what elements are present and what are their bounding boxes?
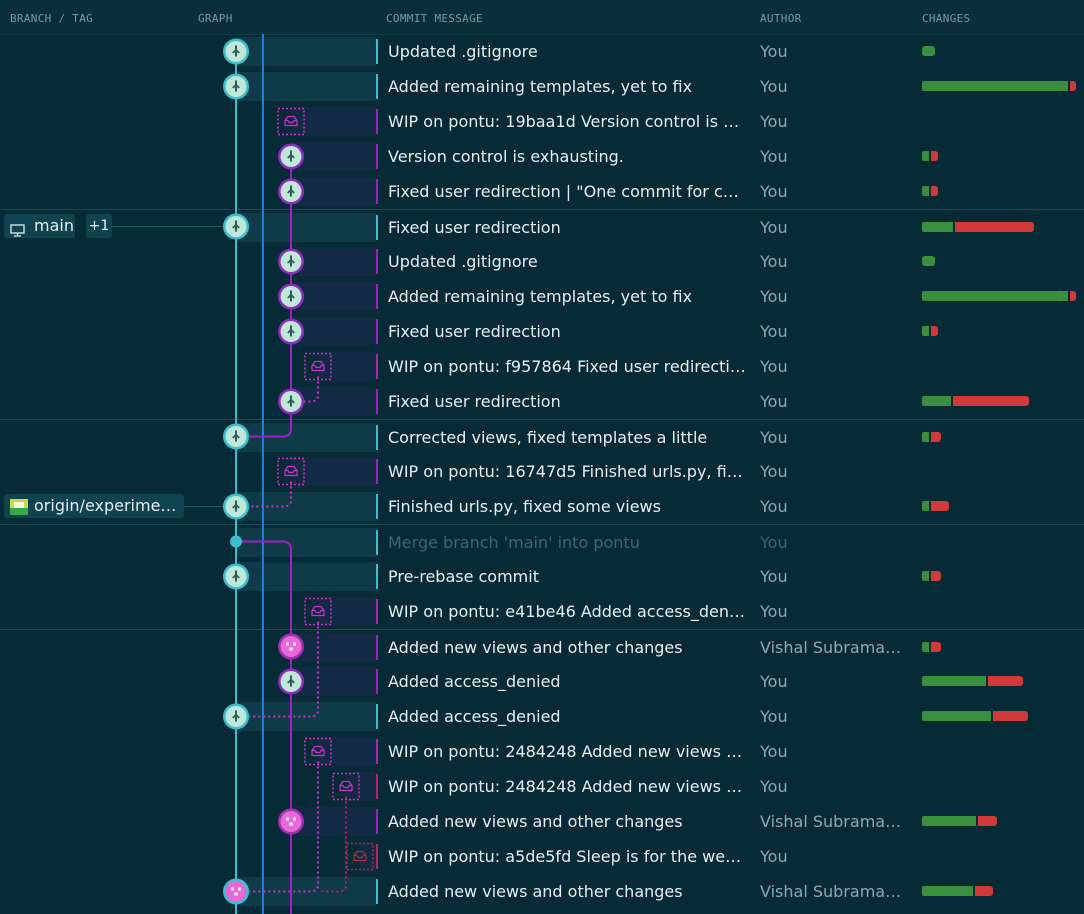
stash-connector — [246, 481, 292, 508]
identicon-avatar-icon — [280, 811, 302, 832]
identicon-cell — [293, 817, 296, 821]
identicon-cell — [231, 887, 234, 891]
identicon-cell — [238, 887, 241, 891]
stash-icon-glyph — [339, 780, 353, 792]
merge-node-dot — [230, 535, 242, 548]
identicon-avatar-icon — [225, 881, 247, 902]
graph-canvas — [223, 34, 374, 914]
identicon-cell — [234, 892, 238, 896]
stash-icon-glyph — [311, 605, 325, 617]
identicon-cell — [293, 642, 296, 646]
stash-icon — [346, 842, 374, 871]
identicon-avatar-icon — [280, 636, 302, 657]
stash-icon — [277, 107, 305, 136]
stash-icon-glyph — [284, 115, 298, 127]
stash-icon-glyph — [311, 745, 325, 757]
stash-connector — [320, 796, 347, 893]
stash-icon — [332, 772, 360, 801]
identicon-cell — [289, 822, 293, 826]
identicon-cell — [286, 642, 289, 646]
identicon-cell — [286, 817, 289, 821]
stash-icon-glyph — [353, 850, 367, 862]
stash-icon-glyph — [284, 465, 298, 477]
commit-graph-view: BRANCH / TAG GRAPH COMMIT MESSAGE AUTHOR… — [0, 0, 1084, 914]
stash-connector — [246, 621, 319, 718]
stash-icon — [277, 457, 305, 486]
stash-icon-glyph — [311, 360, 325, 372]
identicon-cell — [289, 647, 293, 651]
stash-icon — [304, 737, 332, 766]
stash-icon — [304, 352, 332, 381]
stash-icon — [304, 597, 332, 626]
